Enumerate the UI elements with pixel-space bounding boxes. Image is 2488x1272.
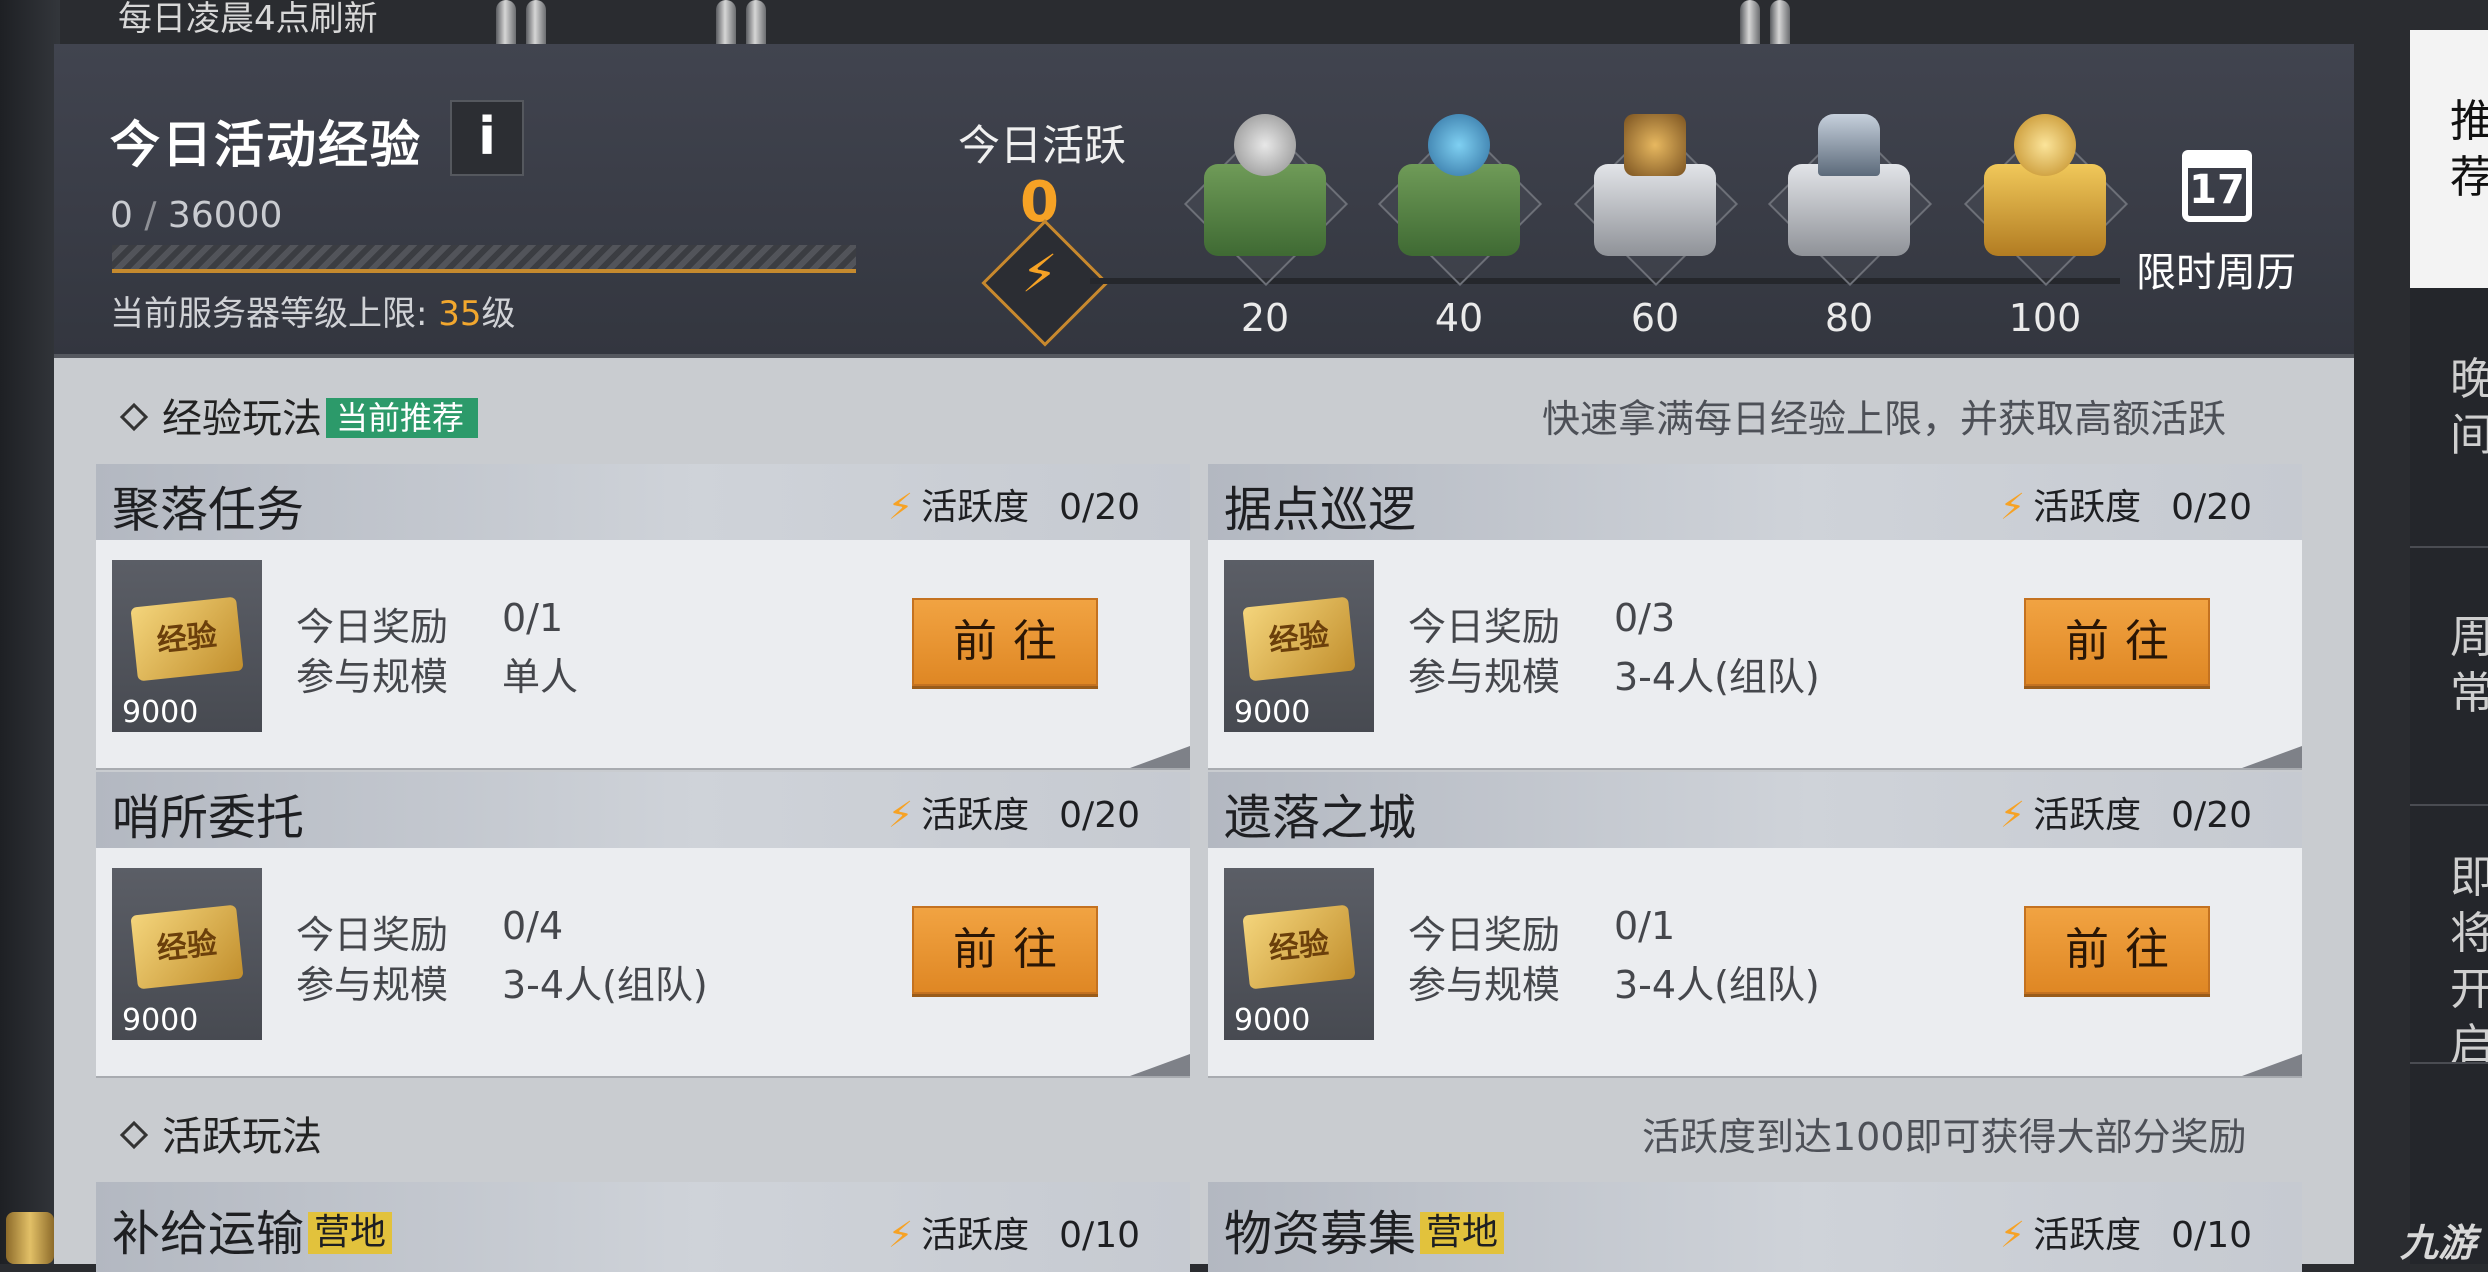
reward-value: 0/1 [1614, 904, 1676, 948]
exp-ticket-icon: 经验 [1242, 904, 1356, 990]
milestone-reward-80[interactable]: 80 [1754, 96, 1944, 346]
exp-progress-text: 0 / 36000 [110, 195, 283, 236]
calendar-label[interactable]: 限时周历 [2136, 240, 2296, 298]
calendar-icon[interactable]: 17 [2182, 150, 2252, 222]
activity-card: 聚落任务 ⚡ 活跃度 0/20 经验 9000 今日奖励 0/1 参与规模 单人 前… [96, 464, 1190, 768]
card-title: 哨所委托 [112, 790, 305, 846]
exp-amount: 9000 [1234, 695, 1311, 730]
reward-label: 今日奖励 [1408, 605, 1561, 649]
reward-value: 0/3 [1614, 596, 1676, 640]
scale-value: 单人 [502, 655, 579, 699]
active-section-hint: 活跃度到达100即可获得大部分奖励 [1642, 1115, 2247, 1159]
watermark: 九游 [2400, 1221, 2477, 1265]
card-activity: ⚡ 活跃度 0/20 [1999, 487, 2252, 528]
reward-label: 今日奖励 [1408, 913, 1561, 957]
activity-card: 物资募集 营地 ⚡ 活跃度 0/10 [1208, 1182, 2302, 1272]
lightning-icon: ⚡ [1999, 1215, 2026, 1256]
card-title: 补给运输 营地 [112, 1194, 393, 1264]
milestone-points: 100 [2008, 296, 2082, 340]
page-title: 今日活动经验 [110, 116, 422, 174]
milestone-reward-60[interactable]: 60 [1560, 96, 1750, 346]
exp-amount: 9000 [1234, 1003, 1311, 1038]
armor-gray-chest-icon [1788, 164, 1910, 256]
card-activity: ⚡ 活跃度 0/10 [887, 1215, 1140, 1256]
card-activity: ⚡ 活跃度 0/20 [887, 795, 1140, 836]
scale-label: 参与规模 [1408, 655, 1561, 699]
sidebar-tab-evening[interactable]: 晚间 [2450, 352, 2488, 464]
reward-value: 0/1 [502, 596, 564, 640]
card-activity: ⚡ 活跃度 0/20 [887, 487, 1140, 528]
card-title: 物资募集 营地 [1224, 1194, 1505, 1264]
info-button[interactable]: i [450, 100, 524, 176]
scale-label: 参与规模 [296, 963, 449, 1007]
scale-label: 参与规模 [296, 655, 449, 699]
scale-label: 参与规模 [1408, 963, 1561, 1007]
refresh-notice: 每日凌晨4点刷新 [118, 0, 378, 39]
coin-icon [6, 1212, 54, 1264]
activity-card: 据点巡逻 ⚡ 活跃度 0/20 经验 9000 今日奖励 0/3 参与规模 3-4人… [1208, 464, 2302, 768]
lightning-icon: ⚡ [1999, 795, 2026, 836]
card-title: 聚落任务 [112, 482, 305, 538]
card-title: 据点巡逻 [1224, 482, 1417, 538]
reward-label: 今日奖励 [296, 605, 449, 649]
camp-tag: 营地 [1420, 1212, 1505, 1254]
active-section-title: 活跃玩法 [119, 1104, 322, 1162]
sidebar-tab-recommend[interactable]: 推荐 [2450, 94, 2488, 206]
silver-eagle-green-chest-icon [1204, 164, 1326, 256]
exp-ticket-thumbnail: 经验 9000 [112, 560, 262, 732]
go-button[interactable]: 前往 [2024, 906, 2210, 994]
shield-badge-gray-chest-icon [1594, 164, 1716, 256]
card-activity: ⚡ 活跃度 0/10 [1999, 1215, 2252, 1256]
exp-section-hint: 快速拿满每日经验上限，并获取高额活跃 [1542, 397, 2227, 441]
milestone-reward-100[interactable]: 100 [1950, 96, 2140, 346]
exp-ticket-thumbnail: 经验 9000 [1224, 868, 1374, 1040]
gold-coin-gold-chest-icon [1984, 164, 2106, 256]
exp-section-title: 经验玩法 当前推荐 [119, 386, 479, 444]
reward-label: 今日奖励 [296, 913, 449, 957]
activity-label: 今日活跃 [958, 121, 1127, 170]
activity-card: 补给运输 营地 ⚡ 活跃度 0/10 [96, 1182, 1190, 1272]
camp-tag: 营地 [308, 1212, 393, 1254]
exp-ticket-thumbnail: 经验 9000 [1224, 560, 1374, 732]
left-backdrop [0, 0, 60, 1264]
milestone-points: 20 [1240, 296, 1290, 340]
exp-amount: 9000 [122, 1003, 199, 1038]
sidebar-tab-upcoming[interactable]: 即将开启 [2450, 850, 2488, 1074]
milestone-points: 40 [1434, 296, 1484, 340]
activity-card: 遗落之城 ⚡ 活跃度 0/20 经验 9000 今日奖励 0/1 参与规模 3-4人… [1208, 772, 2302, 1076]
milestone-points: 80 [1824, 296, 1874, 340]
lightning-icon: ⚡ [887, 795, 914, 836]
lightning-icon: ⚡ [887, 487, 914, 528]
scale-value: 3-4人(组队) [1614, 655, 1820, 699]
server-level-cap: 当前服务器等级上限: 35级 [110, 294, 516, 334]
right-sidebar: 推荐 晚间 周常 即将开启 [2410, 30, 2488, 1264]
activity-card: 哨所委托 ⚡ 活跃度 0/20 经验 9000 今日奖励 0/4 参与规模 3-4人… [96, 772, 1190, 1076]
milestone-points: 60 [1630, 296, 1680, 340]
scale-value: 3-4人(组队) [1614, 963, 1820, 1007]
go-button[interactable]: 前往 [912, 598, 1098, 686]
exp-ticket-icon: 经验 [130, 904, 244, 990]
lightning-icon: ⚡ [1999, 487, 2026, 528]
scale-value: 3-4人(组队) [502, 963, 708, 1007]
exp-ticket-icon: 经验 [130, 596, 244, 682]
sidebar-tab-weekly[interactable]: 周常 [2450, 610, 2488, 722]
go-button[interactable]: 前往 [912, 906, 1098, 994]
milestone-reward-40[interactable]: 40 [1364, 96, 1554, 346]
exp-ticket-thumbnail: 经验 9000 [112, 868, 262, 1040]
go-button[interactable]: 前往 [2024, 598, 2210, 686]
lightning-badge-green-chest-icon [1398, 164, 1520, 256]
recommend-tag: 当前推荐 [326, 398, 479, 438]
exp-ticket-icon: 经验 [1242, 596, 1356, 682]
reward-value: 0/4 [502, 904, 564, 948]
milestone-reward-20[interactable]: 20 [1170, 96, 1360, 346]
exp-progress-bar [112, 245, 856, 273]
lightning-icon: ⚡ [887, 1215, 914, 1256]
card-title: 遗落之城 [1224, 790, 1417, 846]
exp-amount: 9000 [122, 695, 199, 730]
card-activity: ⚡ 活跃度 0/20 [1999, 795, 2252, 836]
